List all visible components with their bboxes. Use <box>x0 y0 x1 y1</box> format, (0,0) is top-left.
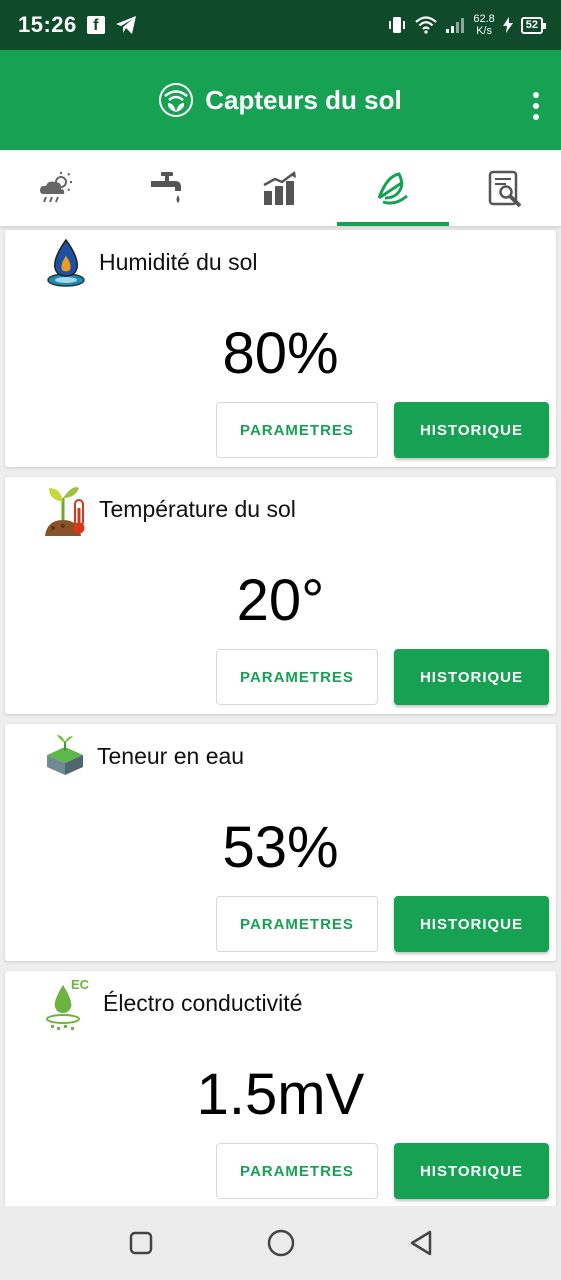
back-icon[interactable] <box>408 1229 434 1257</box>
sensor-value: 20° <box>236 568 325 633</box>
history-button[interactable]: HISTORIQUE <box>394 402 549 458</box>
sensor-card-soil-humidity: Humidité du sol 80% PARAMETRES HISTORIQU… <box>5 230 556 467</box>
net-speed-unit: K/s <box>476 25 492 37</box>
sensor-card-electro-conductivity: EC Électro conductivité 1.5mV PARAMETRES… <box>5 971 556 1208</box>
app-bar: Capteurs du sol <box>0 50 561 150</box>
network-speed: 62.8 K/s <box>473 13 494 37</box>
signal-icon <box>446 18 465 33</box>
sensor-label: Température du sol <box>99 495 296 522</box>
parameters-button[interactable]: PARAMETRES <box>216 402 378 458</box>
history-button[interactable]: HISTORIQUE <box>394 649 549 705</box>
sensor-label: Électro conductivité <box>103 989 303 1016</box>
battery-level: 52 <box>520 16 547 34</box>
parameters-button[interactable]: PARAMETRES <box>216 649 378 705</box>
facebook-notification-icon: f <box>86 16 105 34</box>
sensor-value: 1.5mV <box>196 1062 365 1127</box>
tab-bar <box>0 150 561 226</box>
weather-icon <box>40 172 73 203</box>
system-navigation-bar <box>0 1206 561 1280</box>
soil-temperature-icon <box>45 487 85 536</box>
parameters-button[interactable]: PARAMETRES <box>216 896 378 952</box>
net-speed-value: 62.8 <box>473 13 495 25</box>
tab-irrigation[interactable] <box>112 150 224 226</box>
soil-humidity-icon <box>47 238 85 287</box>
tab-charts[interactable] <box>224 150 336 226</box>
svg-text:EC: EC <box>71 977 90 992</box>
bar-chart-icon <box>262 171 296 205</box>
recent-apps-icon[interactable] <box>128 1230 154 1256</box>
parameters-button[interactable]: PARAMETRES <box>216 1143 378 1199</box>
sensor-card-soil-temperature: Température du sol 20° PARAMETRES HISTOR… <box>5 477 556 714</box>
tab-soil-sensors[interactable] <box>336 150 450 226</box>
page-title: Capteurs du sol <box>205 84 402 115</box>
wifi-icon <box>415 16 438 34</box>
status-time: 15:26 <box>18 12 77 37</box>
sensor-card-water-content: Teneur en eau 53% PARAMETRES HISTORIQUE <box>5 724 556 961</box>
electro-conductivity-icon: EC <box>46 977 90 1030</box>
tab-settings[interactable] <box>449 150 561 226</box>
status-bar: 15:26 f 62.8 K/s 52 <box>0 0 561 50</box>
history-button[interactable]: HISTORIQUE <box>394 896 549 952</box>
sensor-value: 80% <box>222 321 339 386</box>
home-icon[interactable] <box>266 1228 296 1258</box>
overflow-menu-button[interactable] <box>533 92 539 120</box>
sensor-label: Teneur en eau <box>97 742 245 769</box>
charging-icon <box>502 17 513 33</box>
report-wrench-icon <box>488 170 522 208</box>
soil-sensor-icon <box>377 172 408 205</box>
soil-sensor-logo-icon <box>159 83 194 117</box>
telegram-notification-icon <box>115 16 136 34</box>
water-content-icon <box>47 735 83 775</box>
vibrate-icon <box>389 17 406 33</box>
sensor-value: 53% <box>222 815 339 880</box>
tab-weather[interactable] <box>0 150 112 226</box>
faucet-icon <box>151 172 182 203</box>
history-button[interactable]: HISTORIQUE <box>394 1143 549 1199</box>
sensor-label: Humidité du sol <box>99 248 258 275</box>
